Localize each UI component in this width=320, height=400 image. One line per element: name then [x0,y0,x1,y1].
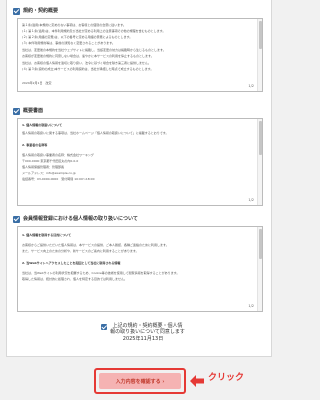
privacy-line: お客様からご提供いただいた個人情報は、本サービスの提供、ご本人確認、各種ご連絡の… [22,243,169,247]
confirm-input-button[interactable]: 入力内容を確認する › [99,373,181,389]
section-terms-header: 規約・契約概要 [13,6,267,16]
terms-line: 当社は、変更後の本規約を当社ウェブサイトに掲載し、当該変更の効力は掲載時から生じ… [22,48,166,52]
scrollbar-thumb[interactable] [259,229,262,259]
summary-heading: 1. 個人情報の取扱いについて [22,123,63,127]
page-indicator: 1/2 [248,84,254,88]
scrollbar-thumb[interactable] [259,121,262,155]
section-privacy-title: 会員情報登録における個人情報の取り扱いについて [23,216,138,222]
privacy-line: 当社は、当Webサイトの利用状況を把握するため、Cookie等の技術を使用して閲… [22,271,180,275]
scrollbar[interactable] [257,19,262,91]
page: 規約・契約概要 第１条(適用)本規約に定めのない事項は、お客様との個別の合意に従… [0,0,281,400]
privacy-heading: 2. 当Webサイトへアクセスしたことを起因として当社に取得される情報 [22,261,121,265]
button-highlight-frame: 入力内容を確認する › [94,368,186,394]
privacy-line: 取得した情報は、統計的に処理され、個人を特定する目的では利用しません。 [22,277,127,281]
terms-line: (１) 第１条(適用)は、本件利用規約及び当社が定める利用上の注意事項その他の規… [22,29,166,33]
page-indicator: 1/2 [248,198,254,202]
section-privacy-header: 会員情報登録における個人情報の取り扱いについて [13,214,267,224]
privacy-line: また、サービス向上のための分析や、新サービスのご案内に利用することがあります。 [22,249,139,253]
scrollbar-thumb[interactable] [259,21,262,49]
terms-card: 規約・契約概要 第１条(適用)本規約に定めのない事項は、お客様との個別の合意に従… [6,0,272,357]
scrollbar[interactable] [257,119,262,205]
terms-scroll-box[interactable]: 第１条(適用)本規約に定めのない事項は、お客様との個別の合意に従います。 (１)… [17,18,263,92]
agree-date: 2025年11月13日 [122,336,164,342]
page-indicator: 1/2 [248,304,254,308]
summary-heading: 2. 事業者の名称等 [22,143,48,147]
checkbox-checked-icon [13,107,20,115]
terms-line: お客様が変更後の規約に同意しない場合は、速やかに本サービスの利用を停止するものと… [22,54,154,58]
terms-line: (２) 第２条(用語の定義)は、以下の各号に定める用語の意義によるものとします。 [22,35,133,39]
agreement-block: 上記の規約・契約概要・個人情 報の取り扱いについて同意します 2025年11月1… [7,323,279,343]
scrollbar[interactable] [257,227,262,311]
summary-scroll-box[interactable]: 1. 個人情報の取扱いについて 個人情報の取扱いに関する事項は、当社ホームページ… [17,118,263,206]
agree-label-line2: 報の取り扱いについて同意します [110,329,185,335]
section-summary-header: 概要書面 [13,106,267,116]
terms-line: (４) 第３条(契約の成立)本サービスの利用契約は、当社が承諾した時点で成立する… [22,67,154,71]
section-summary-title: 概要書面 [23,108,44,114]
agree-checkbox[interactable] [101,324,108,330]
arrow-left-icon [190,375,204,387]
terms-line: (３) 本件利用規約等は、事前の通知なく変更されることがあります。 [22,41,115,45]
section-terms-title: 規約・契約概要 [23,8,59,14]
terms-revision-date: 2024年2月1日 改定 [22,81,52,85]
privacy-heading: 1. 個人情報を取得する目的について [22,233,72,237]
summary-line: 個人情報の取扱いに関する事項は、当社ホームページ「個人情報の取扱いについて」に掲… [22,131,169,135]
privacy-scroll-box[interactable]: 1. 個人情報を取得する目的について お客様からご提供いただいた個人情報は、本サ… [17,226,263,312]
click-annotation: クリック [208,373,245,383]
terms-line: 当社は、お客様の個人情報を適切に取り扱い、法令に基づく場合を除き第三者に提供しま… [22,61,151,65]
terms-line: 第１条(適用)本規約に定めのない事項は、お客様との個別の合意に従います。 [22,23,127,27]
summary-line: 〒000-0000 東京都千代田区丸の内0-0-0 [22,159,79,163]
summary-line: 電話番号：03-0000-0000 受付時間 10:00〜18:00 [22,177,95,181]
checkbox-checked-icon [13,215,20,223]
summary-line: 個人情報の取扱い事業者の名称：株式会社ワーキング [22,153,94,157]
checkbox-checked-icon [13,7,20,15]
summary-line: メールアドレス：info@example.co.jp [22,171,76,175]
summary-line: 個人情報保護管理者：管理部長 [22,165,65,169]
